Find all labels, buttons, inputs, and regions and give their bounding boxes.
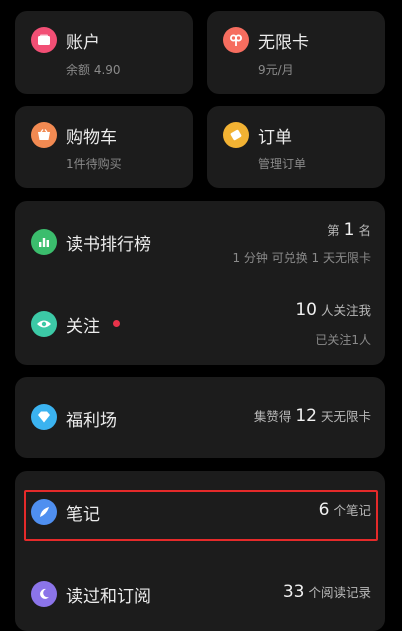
follow-following: 已关注1人 <box>315 333 371 347</box>
follow-count: 10 人关注我 <box>295 300 371 320</box>
orders-manage: 管理订单 <box>258 157 307 171</box>
orders-card[interactable]: 订单 管理订单 <box>207 106 385 188</box>
unlimited-price: 9元/月 <box>258 63 294 77</box>
welfare-reward: 集赞得 12 天无限卡 <box>254 406 371 426</box>
moon-icon <box>31 581 57 607</box>
history-value: 33 <box>282 582 305 602</box>
ranking-detail: 1 分钟 可兑换 1 天无限卡 <box>232 251 371 265</box>
unlimited-title: 无限卡 <box>258 33 309 53</box>
follow-count-suffix: 人关注我 <box>320 303 371 318</box>
ranking-suffix: 名 <box>358 223 371 238</box>
social-card: 读书排行榜 第1名 1 分钟 可兑换 1 天无限卡 关注 10 人关注我 已关注1… <box>15 201 385 365</box>
account-title: 账户 <box>66 33 100 53</box>
follow-title: 关注 <box>66 317 100 337</box>
pretzel-icon <box>223 27 249 53</box>
history-count: 33 个阅读记录 <box>279 582 371 602</box>
follow-count-value: 10 <box>295 300 317 320</box>
welfare-value: 12 <box>295 406 317 426</box>
follow-row[interactable]: 关注 10 人关注我 已关注1人 <box>15 283 385 365</box>
unlimited-card[interactable]: 无限卡 9元/月 <box>207 11 385 94</box>
cart-pending: 1件待购买 <box>66 157 122 171</box>
account-balance: 余额 4.90 <box>66 63 121 77</box>
welfare-suffix: 天无限卡 <box>320 409 371 424</box>
history-suffix: 个阅读记录 <box>308 585 371 600</box>
ranking-title: 读书排行榜 <box>66 235 151 255</box>
bar-chart-icon <box>31 229 57 255</box>
orders-title: 订单 <box>258 128 292 148</box>
ranking-prefix: 第 <box>327 223 340 238</box>
wallet-icon <box>31 27 57 53</box>
history-title: 读过和订阅 <box>66 587 151 607</box>
account-card[interactable]: 账户 余额 4.90 <box>15 11 193 94</box>
welfare-prefix: 集赞得 <box>253 409 292 424</box>
cart-card[interactable]: 购物车 1件待购买 <box>15 106 193 188</box>
eye-icon <box>31 311 57 337</box>
basket-icon <box>31 122 57 148</box>
ranking-row[interactable]: 读书排行榜 第1名 1 分钟 可兑换 1 天无限卡 <box>15 201 385 283</box>
diamond-icon <box>31 404 57 430</box>
welfare-card[interactable]: 福利场 集赞得 12 天无限卡 <box>15 377 385 458</box>
follow-red-dot <box>113 320 120 327</box>
welfare-title: 福利场 <box>66 411 117 431</box>
history-row[interactable]: 读过和订阅 33 个阅读记录 <box>15 553 385 631</box>
cart-title: 购物车 <box>66 128 117 148</box>
ticket-icon <box>223 122 249 148</box>
ranking-value: 1 <box>343 220 355 240</box>
ranking-position: 第1名 <box>327 220 371 240</box>
notes-highlight-box <box>24 490 378 541</box>
